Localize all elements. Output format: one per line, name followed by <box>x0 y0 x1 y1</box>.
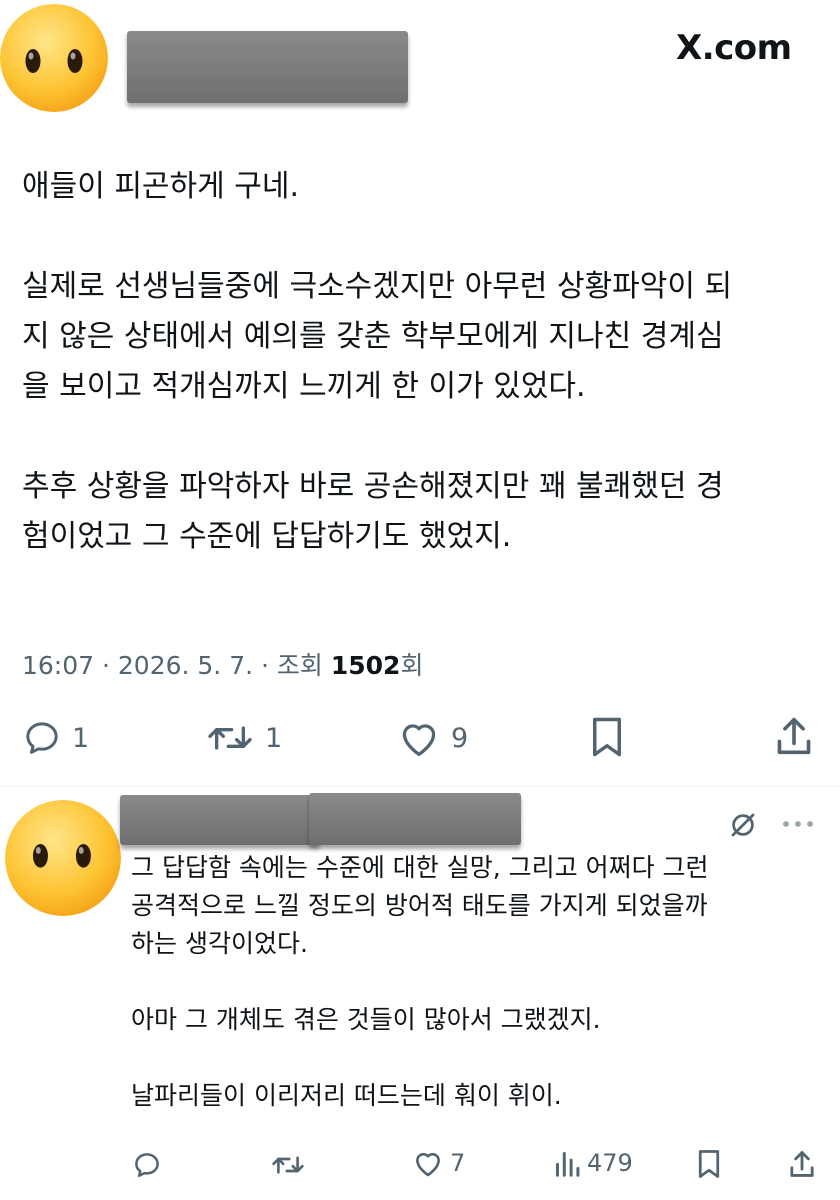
heart-icon <box>416 1152 440 1177</box>
share-button[interactable] <box>774 714 814 758</box>
like-count: 9 <box>451 722 469 754</box>
share-icon <box>790 1151 814 1177</box>
brand-watermark: X.com <box>676 28 792 68</box>
bookmark-icon <box>698 1150 720 1178</box>
view-count: 1502 <box>330 651 401 680</box>
tweet-paragraph: 추후 상황을 파악하자 바로 공손해졌지만 꽤 불쾌했던 경 험이었고 그 수준… <box>22 469 724 554</box>
redacted-author-name <box>127 31 408 103</box>
retweet-icon <box>208 726 252 750</box>
neutral-face-emoji-icon <box>0 4 108 112</box>
more-options-button[interactable] <box>780 812 816 836</box>
retweet-count: 1 <box>265 722 283 754</box>
reply-author-avatar[interactable] <box>5 800 121 916</box>
reply-count: 1 <box>72 722 90 754</box>
reply-like-count: 7 <box>450 1149 466 1177</box>
tweet-meta: 16:07 · 2026. 5. 7. · 조회 1502회 <box>22 646 423 682</box>
heart-icon <box>402 724 436 756</box>
view-count-suffix: 회 <box>400 651 424 680</box>
reply-share-button[interactable] <box>788 1148 816 1180</box>
reply-paragraph: 아마 그 개체도 겪은 것들이 많아서 그랬겠지. <box>131 1005 601 1034</box>
tweet-paragraph: 애들이 피곤하게 구네. <box>22 169 300 204</box>
speech-bubble-icon <box>26 722 58 754</box>
reply-paragraph: 날파리들이 이리저리 떠드는데 훠이 휘이. <box>131 1081 562 1110</box>
bookmark-icon <box>593 717 621 757</box>
bar-chart-icon <box>555 1151 580 1177</box>
redacted-reply-handle <box>309 793 521 845</box>
bookmark-button[interactable] <box>588 716 626 758</box>
grok-button[interactable] <box>728 810 758 840</box>
reply-views-count: 479 <box>587 1149 633 1177</box>
retweet-button[interactable]: 1 <box>205 718 282 758</box>
reply-views-button[interactable]: 479 <box>553 1148 633 1178</box>
author-avatar[interactable] <box>0 4 108 112</box>
redacted-reply-name <box>120 795 320 845</box>
neutral-face-emoji-icon <box>5 800 121 916</box>
slashed-circle-icon <box>731 813 755 837</box>
reply-button[interactable]: 1 <box>22 718 89 758</box>
tweet-text: 애들이 피곤하게 구네. 실제로 선생님들중에 극소수겠지만 아무런 상황파악이… <box>22 162 822 562</box>
reply-like-button[interactable]: 7 <box>412 1148 465 1178</box>
reply-text: 그 답답함 속에는 수준에 대한 실망, 그리고 어쩌다 그런 공격적으로 느낄… <box>131 849 831 1115</box>
tweet-paragraph: 실제로 선생님들중에 극소수겠지만 아무런 상황파악이 되 지 않은 상태에서 … <box>22 269 733 404</box>
more-dots-icon <box>783 821 813 827</box>
thread-divider <box>0 786 840 787</box>
tweet-timestamp[interactable]: 16:07 · 2026. 5. 7. · 조회 <box>22 651 331 680</box>
reply-retweet-button[interactable] <box>270 1150 306 1180</box>
reply-reply-button[interactable] <box>132 1150 162 1180</box>
share-icon <box>777 717 811 755</box>
retweet-icon <box>272 1156 304 1174</box>
like-button[interactable]: 9 <box>397 718 468 758</box>
reply-paragraph: 그 답답함 속에는 수준에 대한 실망, 그리고 어쩌다 그런 공격적으로 느낄… <box>131 853 709 958</box>
speech-bubble-icon <box>135 1153 159 1177</box>
reply-bookmark-button[interactable] <box>696 1149 722 1179</box>
